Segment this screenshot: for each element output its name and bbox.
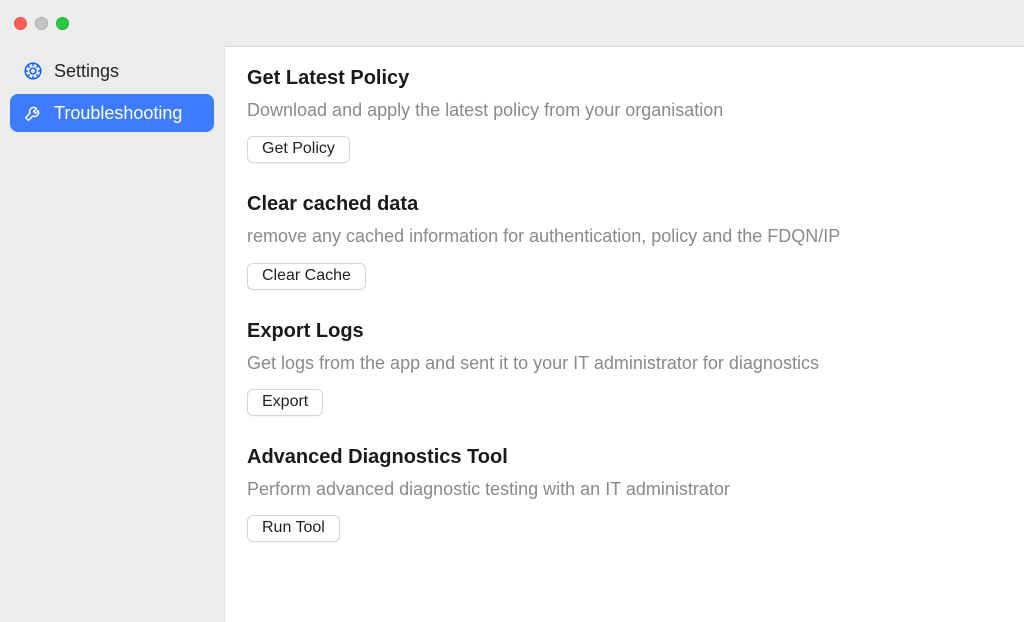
- section-description: Download and apply the latest policy fro…: [247, 98, 1002, 122]
- content-pane: Get Latest Policy Download and apply the…: [224, 46, 1024, 622]
- run-tool-button[interactable]: Run Tool: [247, 515, 340, 542]
- sidebar: Settings Troubleshooting: [0, 46, 224, 622]
- window-body: Settings Troubleshooting Get Latest Poli…: [0, 46, 1024, 622]
- window-titlebar: [0, 0, 1024, 46]
- sidebar-item-label: Troubleshooting: [54, 103, 182, 124]
- sidebar-item-troubleshooting[interactable]: Troubleshooting: [10, 94, 214, 132]
- section-export-logs: Export Logs Get logs from the app and se…: [247, 320, 1002, 416]
- sidebar-item-label: Settings: [54, 61, 119, 82]
- section-description: Get logs from the app and sent it to you…: [247, 351, 1002, 375]
- window-minimize-button[interactable]: [35, 17, 48, 30]
- section-advanced-diagnostics: Advanced Diagnostics Tool Perform advanc…: [247, 446, 1002, 542]
- section-description: remove any cached information for authen…: [247, 224, 1002, 248]
- section-title: Clear cached data: [247, 193, 1002, 216]
- gear-icon: [22, 60, 44, 82]
- export-button[interactable]: Export: [247, 389, 323, 416]
- section-get-latest-policy: Get Latest Policy Download and apply the…: [247, 67, 1002, 163]
- section-title: Get Latest Policy: [247, 67, 1002, 90]
- clear-cache-button[interactable]: Clear Cache: [247, 263, 366, 290]
- section-clear-cached-data: Clear cached data remove any cached info…: [247, 193, 1002, 289]
- window-close-button[interactable]: [14, 17, 27, 30]
- window-zoom-button[interactable]: [56, 17, 69, 30]
- sidebar-item-settings[interactable]: Settings: [10, 52, 214, 90]
- get-policy-button[interactable]: Get Policy: [247, 136, 350, 163]
- section-description: Perform advanced diagnostic testing with…: [247, 477, 1002, 501]
- wrench-icon: [22, 102, 44, 124]
- section-title: Export Logs: [247, 320, 1002, 343]
- section-title: Advanced Diagnostics Tool: [247, 446, 1002, 469]
